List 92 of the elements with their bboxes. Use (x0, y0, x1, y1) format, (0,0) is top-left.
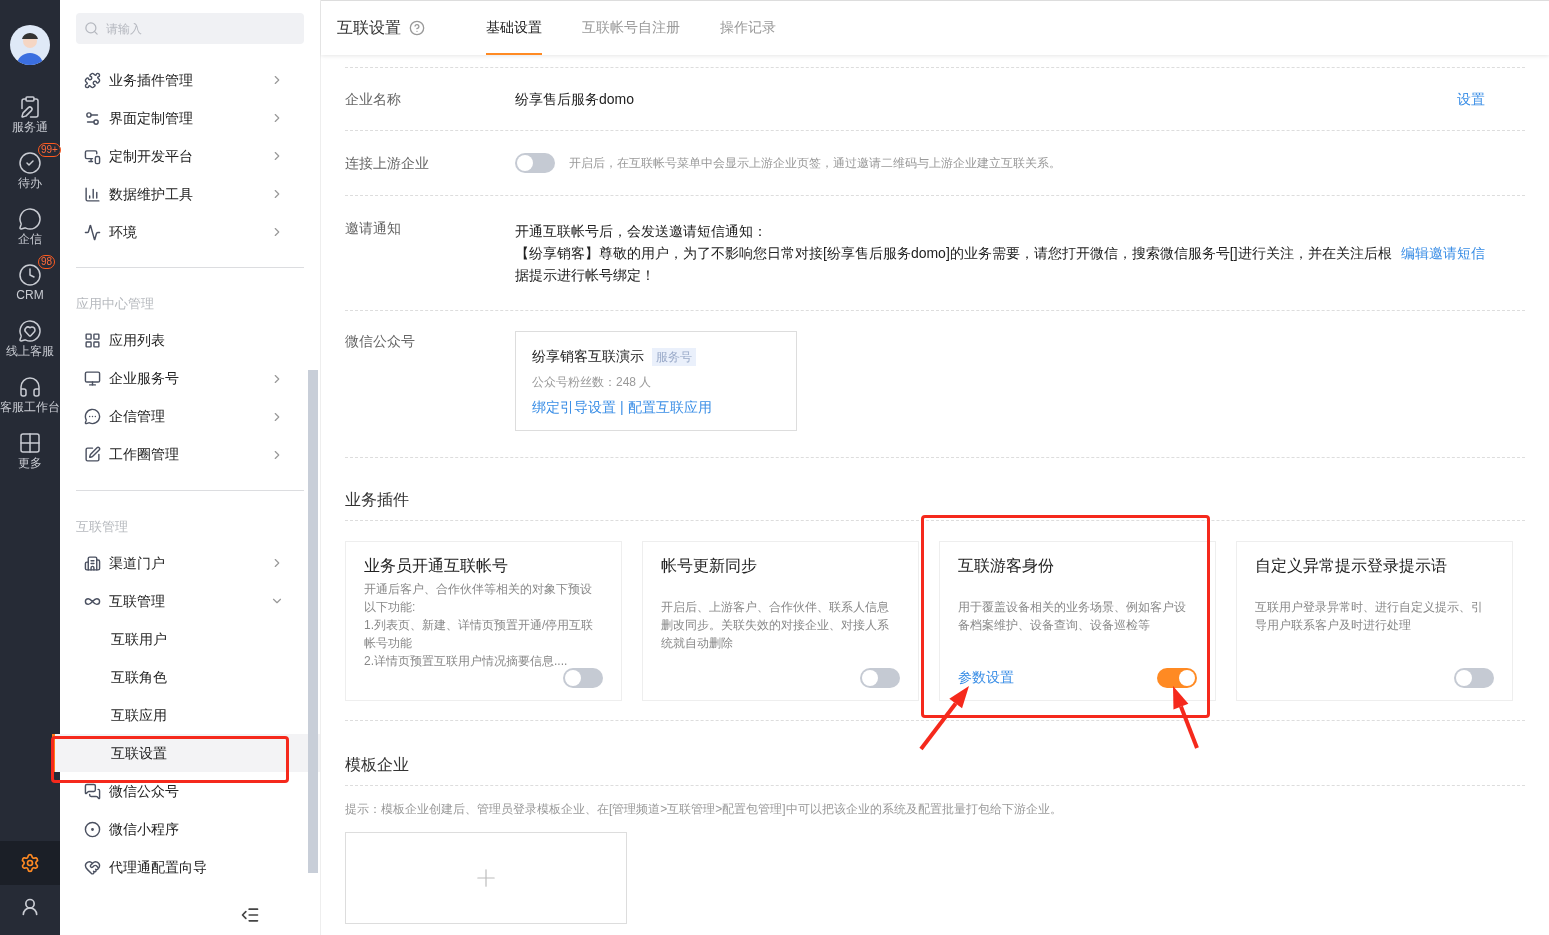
settings-link[interactable]: 设置 (1457, 88, 1485, 110)
card-description: 开通后客户、合作伙伴等相关的对象下预设以下功能: (364, 581, 593, 616)
nav-item[interactable]: 微信小程序 (60, 810, 320, 848)
hint-text: 开启后，在互联帐号菜单中会显示上游企业页签，通过邀请二维码与上游企业建立互联关系。 (569, 155, 1061, 172)
nav-item[interactable]: 互联管理 (60, 582, 320, 620)
pen-icon (84, 446, 101, 463)
monitor-icon (84, 147, 101, 165)
card-description: 用于覆盖设备相关的业务场景、例如客户设备档案维护、设备查询、设备巡检等 (958, 599, 1187, 634)
headphones-icon (18, 375, 42, 399)
section-title: 模板企业 (345, 755, 410, 775)
nav-item[interactable]: 环境 (60, 213, 320, 251)
rail-item[interactable]: 服务通 (12, 95, 48, 145)
invite-message: 【纷享销客】尊敬的用户，为了不影响您日常对接[纷享售后服务domo]的业务需要，请您打开微信，搜索微信服务号[]进行关注，并在关注后根据提示进行帐号绑定！ (515, 244, 1393, 285)
rail-item[interactable]: 企信 (18, 207, 42, 257)
settings-icon (20, 853, 40, 873)
section-title: 业务插件 (345, 490, 410, 510)
card-title: 业务员开通互联帐号 (364, 556, 509, 576)
nav-item[interactable]: 渠道门户 (60, 544, 320, 582)
account-link[interactable]: 绑定引导设置 (532, 397, 616, 418)
account-link[interactable]: 配置互联应用 (627, 397, 712, 418)
grid-icon (18, 431, 42, 455)
card-title: 帐号更新同步 (661, 556, 758, 576)
smile-chat-icon (18, 319, 42, 343)
help-icon[interactable] (409, 20, 425, 36)
monitor-icon (84, 370, 101, 387)
nav-subitem[interactable]: 互联应用 (60, 696, 320, 734)
chat-bubbles-icon (84, 782, 101, 800)
fans-count: 公众号粉丝数：248 人 (532, 374, 653, 391)
nav-item[interactable]: 工作圈管理 (60, 435, 320, 474)
field-label: 连接上游企业 (345, 154, 430, 173)
nav-item[interactable]: 业务插件管理 (60, 61, 320, 99)
page-title: 互联设置 (337, 18, 401, 38)
rail-item[interactable]: 线上客服 (6, 319, 54, 369)
rail-item[interactable]: 更多 (18, 431, 42, 481)
search-icon (84, 21, 99, 36)
count-badge: 99+ (38, 143, 61, 157)
clock-icon (18, 263, 42, 287)
rail-item[interactable]: 客服工作台 (0, 375, 60, 425)
toggle-switch[interactable] (563, 668, 603, 688)
tab[interactable]: 基础设置 (486, 1, 542, 55)
nav-subitem[interactable]: 互联角色 (60, 658, 320, 696)
count-badge: 98 (38, 255, 56, 269)
account-name: 纷享销客互联演示 (532, 347, 644, 366)
nav-item[interactable]: 数据维护工具 (60, 175, 320, 213)
settings-button[interactable] (0, 841, 60, 885)
collapse-icon[interactable] (240, 905, 260, 925)
pulse-icon (84, 223, 101, 241)
annotation-arrow (1173, 686, 1199, 749)
link-separator: | (620, 398, 624, 417)
account-tag: 服务号 (652, 347, 696, 366)
section-heading: 互联管理 (76, 517, 129, 536)
nav-item[interactable]: 代理通配置向导 (60, 848, 320, 886)
chat-bubble-icon (84, 408, 101, 425)
field-label: 邀请通知 (345, 219, 402, 238)
card-title: 互联游客身份 (958, 556, 1055, 576)
card-description: 开启后、上游客户、合作伙伴、联系人信息删改同步。关联失效的对接企业、对接人系统就自动删除 (661, 599, 890, 652)
add-template-button[interactable] (345, 832, 627, 924)
building-icon (84, 554, 101, 572)
toggle-switch[interactable] (1157, 667, 1197, 688)
clipboard-icon (18, 95, 42, 119)
parameter-link[interactable]: 参数设置 (958, 667, 1014, 688)
invite-intro: 开通互联帐号后，会发送邀请短信通知： (515, 222, 768, 241)
user-icon (20, 897, 40, 917)
chat-bubble-icon (18, 207, 42, 231)
check-circle-icon (18, 151, 42, 175)
nav-item[interactable]: 界面定制管理 (60, 99, 320, 137)
nav-item[interactable]: 应用列表 (60, 321, 320, 360)
nav-item[interactable]: 微信公众号 (60, 772, 320, 810)
nav-subitem[interactable]: 互联用户 (60, 620, 320, 658)
field-label: 企业名称 (345, 89, 402, 109)
card-title: 自定义异常提示登录提示语 (1255, 556, 1448, 576)
field-value: 纷享售后服务domo (515, 89, 636, 109)
toggle-switch[interactable] (515, 153, 555, 173)
nav-item[interactable]: 定制开发平台 (60, 137, 320, 175)
toggle-switch[interactable] (1454, 668, 1494, 688)
puzzle-icon (84, 71, 101, 89)
card-description: 1.列表页、新建、详情页预置开通/停用互联帐号功能 (364, 617, 595, 652)
circle-icon (84, 820, 101, 838)
field-label: 微信公众号 (345, 332, 416, 351)
nav-item[interactable]: 企信管理 (60, 397, 320, 436)
annotation-arrow (919, 686, 969, 751)
nav-item[interactable]: 企业服务号 (60, 359, 320, 398)
card-description: 互联用户登录异常时、进行自定义提示、引导用户联系客户及时进行处理 (1255, 599, 1484, 634)
hint-text: 提示：模板企业创建后、管理员登录模板企业、在[管理频道>互联管理>配置包管理]中可以把该企业的系统及配置批量打包给下游企业。 (345, 801, 1063, 818)
toggle-switch[interactable] (860, 668, 900, 688)
heart-handshake-icon (84, 858, 101, 876)
avatar[interactable] (10, 25, 50, 65)
section-heading: 应用中心管理 (76, 295, 155, 313)
card-description: 2.详情页预置互联用户情况摘要信息.... (364, 653, 569, 670)
edit-sms-link[interactable]: 编辑邀请短信 (1401, 242, 1485, 264)
grid-icon (84, 332, 101, 349)
bar-chart-icon (84, 185, 101, 203)
